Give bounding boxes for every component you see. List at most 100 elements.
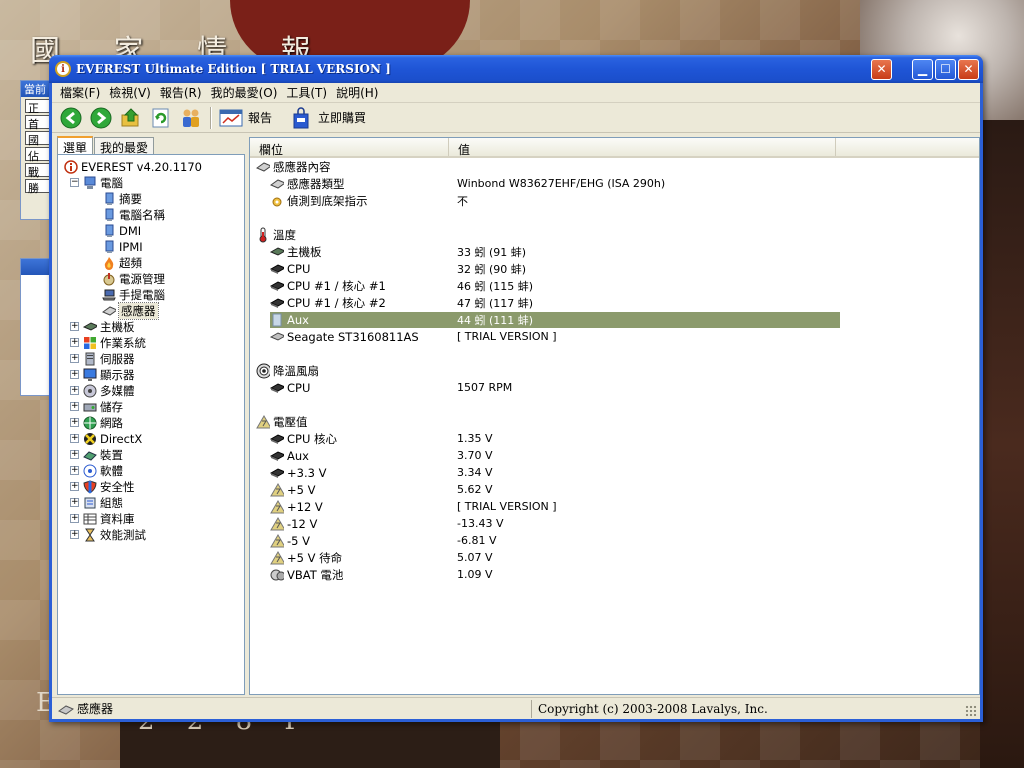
menu-tools[interactable]: 工具(T) — [284, 84, 334, 101]
detail-row[interactable]: Aux 44 蚓 (111 蚌) — [250, 311, 979, 328]
tree-item-category[interactable]: 安全性 — [83, 479, 135, 495]
detail-row[interactable]: +3.3 V 3.34 V — [250, 464, 979, 481]
users-button[interactable] — [179, 106, 203, 130]
menu-favorites[interactable]: 我的最愛(O) — [209, 84, 285, 101]
tree-item-category[interactable]: 主機板 — [83, 319, 135, 335]
forward-button[interactable] — [89, 106, 113, 130]
tree-item-computer-child[interactable]: 摘要 — [102, 191, 142, 207]
detail-row[interactable]: +5 V 待命 5.07 V — [250, 549, 979, 566]
up-folder-button[interactable] — [119, 106, 143, 130]
expand-icon[interactable]: + — [70, 354, 79, 363]
expand-icon[interactable]: + — [70, 370, 79, 379]
detail-row[interactable]: CPU #1 / 核心 #2 47 蚓 (117 蚌) — [250, 294, 979, 311]
refresh-icon — [152, 108, 169, 127]
detail-row[interactable]: CPU 1507 RPM — [250, 379, 979, 396]
expand-icon[interactable]: + — [70, 450, 79, 459]
nav-tree[interactable]: EVEREST v4.20.1170 電腦 − 摘要 電腦名稱 DMI IPMI 超頻 電源管理… — [57, 154, 245, 695]
menu-view[interactable]: 檢視(V) — [107, 84, 158, 101]
buy-now-button[interactable]: 立即購買 — [318, 109, 366, 126]
close-button[interactable]: ✕ — [958, 58, 979, 80]
warn-icon — [270, 550, 284, 565]
detail-row[interactable]: -12 V -13.43 V — [250, 515, 979, 532]
tree-item-computer-child[interactable]: 超頻 — [102, 255, 142, 271]
detail-row[interactable]: +12 V [ TRIAL VERSION ] — [250, 498, 979, 515]
detail-row[interactable]: -5 V -6.81 V — [250, 532, 979, 549]
minimize-button[interactable]: ▁ — [912, 58, 933, 80]
tree-item-category[interactable]: 顯示器 — [83, 367, 135, 383]
tree-item-category[interactable]: DirectX — [83, 431, 142, 447]
detail-row[interactable]: VBAT 電池 1.09 V — [250, 566, 979, 583]
tab-menu[interactable]: 選單 — [57, 136, 94, 155]
expand-icon[interactable]: + — [70, 482, 79, 491]
detail-field: CPU — [287, 380, 311, 395]
section-header[interactable]: 降溫風扇 — [250, 362, 979, 379]
detail-field: Seagate ST3160811AS — [287, 329, 419, 344]
tab-favorites[interactable]: 我的最愛 — [94, 137, 155, 155]
detail-row[interactable]: CPU #1 / 核心 #1 46 蚓 (115 蚌) — [250, 277, 979, 294]
tree-item-category[interactable]: 裝置 — [83, 447, 123, 463]
tree-item-computer-child[interactable]: 電源管理 — [102, 271, 165, 287]
expand-icon[interactable]: + — [70, 402, 79, 411]
detail-value: [ TRIAL VERSION ] — [457, 500, 557, 513]
expand-icon[interactable]: + — [70, 418, 79, 427]
expand-icon[interactable]: + — [70, 434, 79, 443]
tree-item-category[interactable]: 伺服器 — [83, 351, 135, 367]
detail-row[interactable]: 感應器類型 Winbond W83627EHF/EHG (ISA 290h) — [250, 175, 979, 192]
directx-icon — [83, 432, 97, 446]
detail-row[interactable]: Aux 3.70 V — [250, 447, 979, 464]
expand-icon[interactable]: + — [70, 530, 79, 539]
section-header[interactable]: 感應器內容 — [250, 158, 979, 175]
close-red-icon[interactable]: ✕ — [871, 58, 892, 80]
menu-file[interactable]: 檔案(F) — [58, 84, 107, 101]
expand-icon[interactable]: + — [70, 514, 79, 523]
expand-icon[interactable]: + — [70, 498, 79, 507]
detail-value: 5.62 V — [457, 483, 493, 496]
details-pane: 欄位 值 感應器內容 感應器類型 Winbond W83627EHF/EHG (IS… — [249, 137, 980, 695]
network-icon — [83, 416, 97, 430]
collapse-icon[interactable]: − — [70, 178, 79, 187]
page-icon — [102, 240, 116, 254]
expand-icon[interactable]: + — [70, 338, 79, 347]
column-header-value[interactable]: 值 — [449, 138, 836, 157]
menu-report[interactable]: 報告(R) — [158, 84, 209, 101]
maximize-button[interactable]: ☐ — [935, 58, 956, 80]
report-button[interactable]: 報告 — [248, 109, 272, 126]
menu-help[interactable]: 說明(H) — [334, 84, 385, 101]
tree-item-category[interactable]: 效能測試 — [83, 527, 146, 543]
tree-item-computer[interactable]: 電腦 — [83, 175, 123, 191]
detail-row[interactable]: CPU 32 蚓 (90 蚌) — [250, 260, 979, 277]
tree-item-computer-child[interactable]: 感應器 — [102, 302, 159, 320]
detail-value: -13.43 V — [457, 517, 504, 530]
tree-item-computer-child[interactable]: 電腦名稱 — [102, 207, 165, 223]
detail-row[interactable]: +5 V 5.62 V — [250, 481, 979, 498]
tree-item-category[interactable]: 組態 — [83, 495, 123, 511]
detail-row[interactable]: Seagate ST3160811AS [ TRIAL VERSION ] — [250, 328, 979, 345]
resize-grip-icon[interactable] — [965, 705, 977, 717]
tree-item-root[interactable]: EVEREST v4.20.1170 — [64, 159, 202, 175]
buy-button-icon[interactable] — [289, 106, 313, 130]
tree-item-category[interactable]: 作業系統 — [83, 335, 146, 351]
report-button-icon[interactable] — [219, 106, 243, 130]
tree-item-category[interactable]: 軟體 — [83, 463, 123, 479]
refresh-button[interactable] — [149, 106, 173, 130]
tree-item-category[interactable]: 多媒體 — [83, 383, 135, 399]
tree-item-computer-child[interactable]: 手提電腦 — [102, 287, 165, 303]
tree-item-computer-child[interactable]: DMI — [102, 223, 141, 239]
detail-value: -6.81 V — [457, 534, 497, 547]
expand-icon[interactable]: + — [70, 466, 79, 475]
title-bar[interactable]: i EVEREST Ultimate Edition [ TRIAL VERSI… — [49, 55, 983, 83]
tree-item-category[interactable]: 網路 — [83, 415, 123, 431]
detail-row[interactable]: 主機板 33 蚓 (91 蚌) — [250, 243, 979, 260]
tree-item-category[interactable]: 資料庫 — [83, 511, 135, 527]
tree-item-computer-child[interactable]: IPMI — [102, 239, 143, 255]
section-header[interactable]: 溫度 — [250, 226, 979, 243]
detail-field: CPU 核心 — [287, 431, 338, 446]
expand-icon[interactable]: + — [70, 386, 79, 395]
back-button[interactable] — [59, 106, 83, 130]
tree-item-category[interactable]: 儲存 — [83, 399, 123, 415]
column-header-field[interactable]: 欄位 — [250, 138, 449, 157]
section-header[interactable]: 電壓值 — [250, 413, 979, 430]
expand-icon[interactable]: + — [70, 322, 79, 331]
detail-row[interactable]: 偵測到底架指示 不 — [250, 192, 979, 209]
detail-row[interactable]: CPU 核心 1.35 V — [250, 430, 979, 447]
